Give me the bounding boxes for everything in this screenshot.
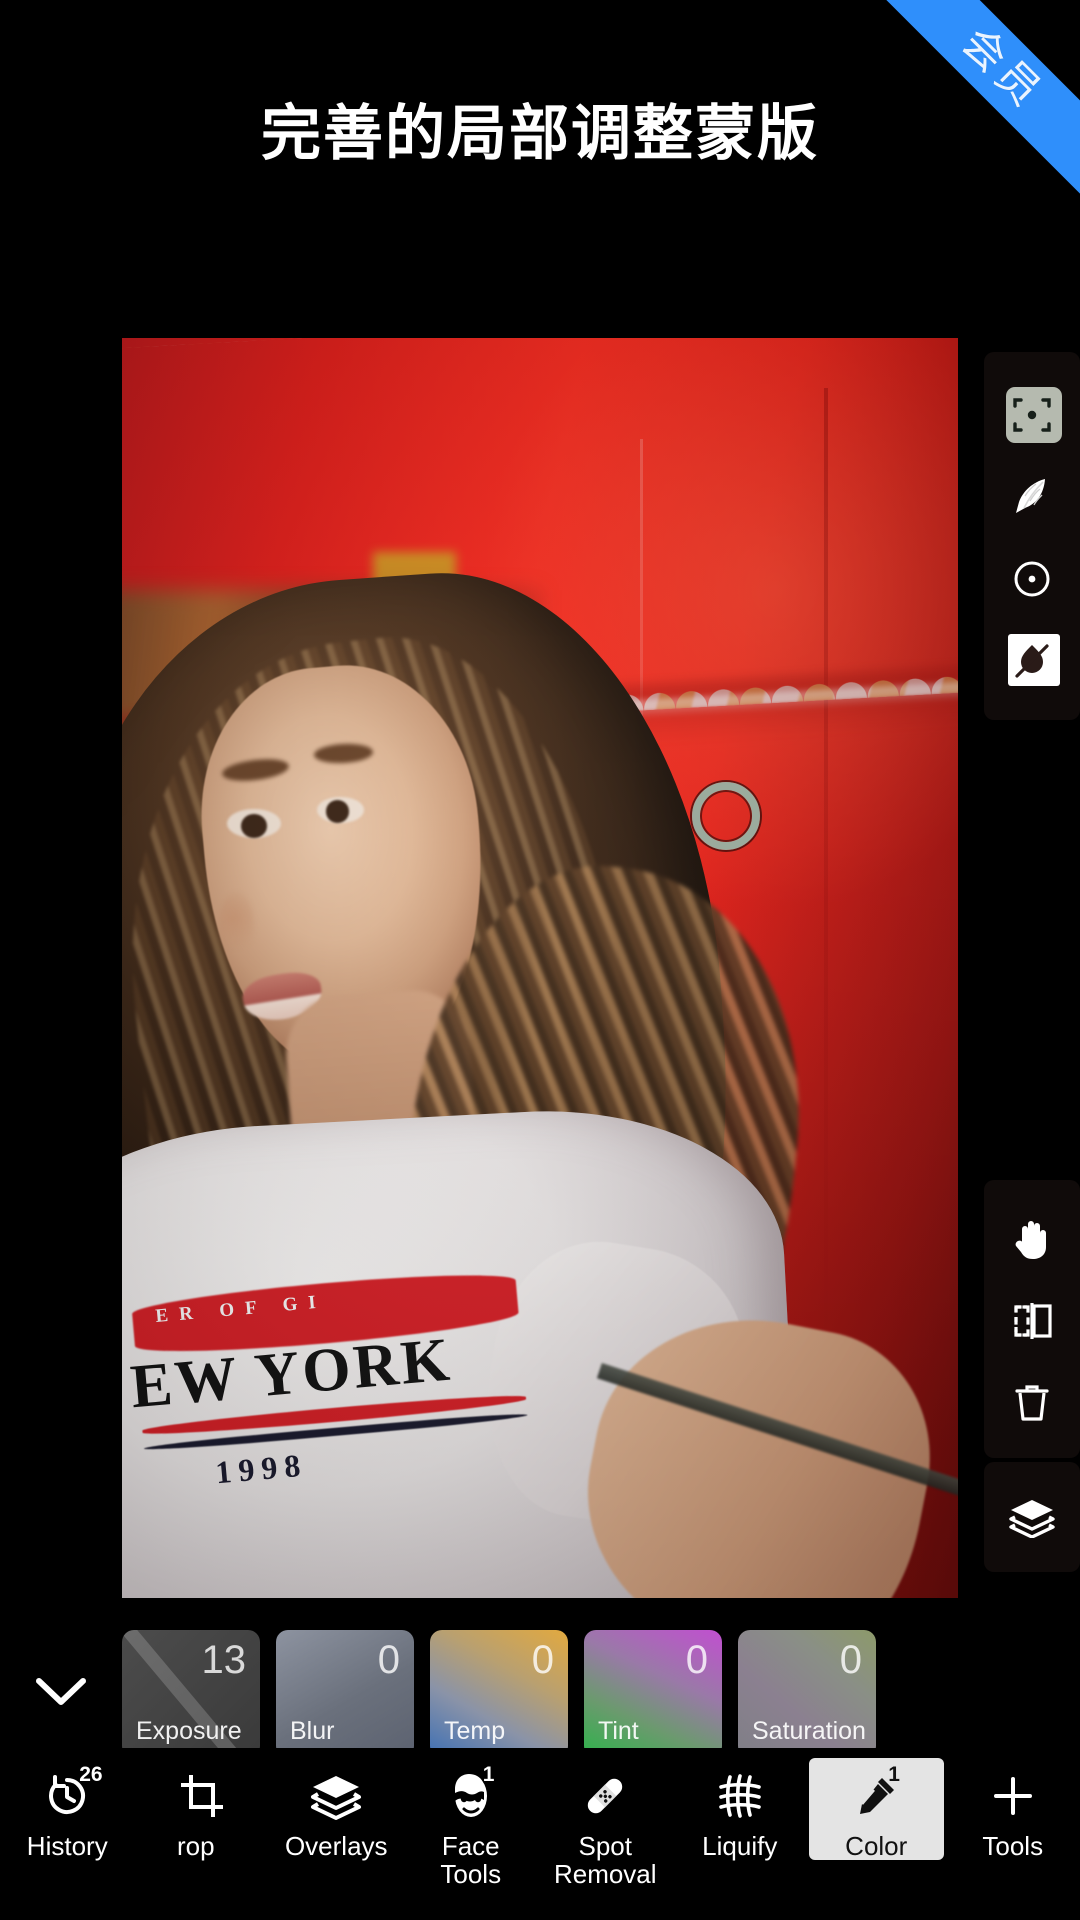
- nav-item-tools[interactable]: Tools: [946, 1758, 1080, 1860]
- color-icon: 1: [852, 1764, 900, 1824]
- nav-item-face-tools[interactable]: 1 Face Tools: [404, 1758, 539, 1888]
- layers-button[interactable]: [984, 1476, 1080, 1558]
- tools-plus-icon: [989, 1768, 1037, 1824]
- adjustment-tiles[interactable]: 13 Exposure 0 Blur 0 Temp 0 Tint 0 Satur…: [122, 1630, 876, 1758]
- liquify-icon: [716, 1768, 764, 1824]
- nav-item-label: History: [26, 1831, 108, 1861]
- adjustment-label: Exposure: [136, 1717, 242, 1745]
- face-tools-badge: 1: [482, 1763, 495, 1786]
- canvas-action-panel: [984, 1180, 1080, 1458]
- spot-removal-icon: [580, 1768, 630, 1824]
- selective-adjust-point-marker[interactable]: [692, 782, 760, 850]
- invert-mask-icon: [1011, 640, 1053, 682]
- adjustment-value: 0: [839, 1638, 862, 1682]
- photo-canvas[interactable]: ER OF GI EW YORK 1998: [122, 338, 958, 1598]
- nav-item-spot-removal[interactable]: Spot Removal: [538, 1758, 673, 1888]
- crop-icon: [179, 1768, 225, 1824]
- edited-photo: ER OF GI EW YORK 1998: [122, 338, 958, 1598]
- tshirt-year-text: 1998: [213, 1446, 309, 1491]
- vip-ribbon: 会员: [870, 0, 1080, 210]
- bottom-toolbar: 26 History rop Overlays 1 Face Tools Spo…: [0, 1748, 1080, 1920]
- nav-item-overlays[interactable]: Overlays: [269, 1758, 404, 1860]
- photo-nose: [218, 892, 255, 958]
- nav-item-label: Tools: [982, 1831, 1044, 1861]
- adjustment-tile-exposure[interactable]: 13 Exposure: [122, 1630, 260, 1758]
- mask-tool-panel: [984, 352, 1080, 720]
- brush-size-icon: [1011, 558, 1053, 600]
- invert-mask-button[interactable]: [984, 620, 1080, 702]
- nav-item-label: Spot Removal: [553, 1831, 657, 1890]
- adjustment-tile-temp[interactable]: 0 Temp: [430, 1630, 568, 1758]
- nav-item-liquify[interactable]: Liquify: [673, 1758, 808, 1860]
- brush-size-button[interactable]: [984, 538, 1080, 620]
- collapse-adjustments-button[interactable]: [0, 1630, 122, 1758]
- delete-mask-button[interactable]: [984, 1362, 1080, 1444]
- flip-mask-icon: [1010, 1301, 1054, 1341]
- adjustment-value: 0: [531, 1638, 554, 1682]
- adjustment-label: Tint: [598, 1717, 639, 1745]
- adjustment-tile-tint[interactable]: 0 Tint: [584, 1630, 722, 1758]
- adjustment-value: 0: [377, 1638, 400, 1682]
- adjustments-strip: 13 Exposure 0 Blur 0 Temp 0 Tint 0 Satur…: [0, 1630, 1080, 1758]
- nav-item-color[interactable]: 1 Color: [809, 1758, 944, 1860]
- nav-item-label: Liquify: [702, 1831, 778, 1861]
- adjustment-value: 13: [201, 1638, 247, 1682]
- nav-item-crop[interactable]: rop: [135, 1758, 270, 1860]
- color-badge: 1: [888, 1763, 900, 1786]
- nav-item-label: rop: [176, 1831, 215, 1861]
- overlays-icon: [310, 1768, 362, 1824]
- feather-icon: [1012, 475, 1052, 519]
- vip-ribbon-label: 会员: [872, 0, 1080, 199]
- trash-icon: [1012, 1381, 1052, 1425]
- adjustment-tile-saturation[interactable]: 0 Saturation: [738, 1630, 876, 1758]
- history-icon: 26: [43, 1764, 103, 1824]
- hand-pan-icon: [1011, 1217, 1053, 1261]
- layers-panel: [984, 1462, 1080, 1572]
- face-tools-icon: 1: [449, 1764, 494, 1824]
- nav-item-label: Overlays: [284, 1831, 388, 1861]
- adjustment-tile-blur[interactable]: 0 Blur: [276, 1630, 414, 1758]
- photo-eye-left: [240, 814, 267, 839]
- adjustment-label: Blur: [290, 1717, 335, 1745]
- selective-target-button[interactable]: [984, 374, 1080, 456]
- feather-button[interactable]: [984, 456, 1080, 538]
- nav-item-history[interactable]: 26 History: [0, 1758, 135, 1860]
- photo-tshirt-graphic: ER OF GI EW YORK 1998: [128, 1266, 532, 1501]
- layers-icon: [1009, 1496, 1055, 1538]
- app-root: 会员 完善的局部调整蒙版 ER OF GI EW YORK 1998 13 Ex…: [0, 0, 1080, 1920]
- history-badge: 26: [79, 1763, 103, 1786]
- adjustment-label: Saturation: [752, 1717, 866, 1745]
- selective-target-icon: [1011, 394, 1053, 436]
- nav-item-label: Face Tools: [440, 1831, 502, 1890]
- chevron-down-icon: [33, 1675, 89, 1714]
- nav-item-label: Color: [845, 1831, 908, 1861]
- adjustment-label: Temp: [444, 1717, 506, 1745]
- adjustment-value: 0: [685, 1638, 708, 1682]
- flip-mask-button[interactable]: [984, 1280, 1080, 1362]
- hand-pan-button[interactable]: [984, 1198, 1080, 1280]
